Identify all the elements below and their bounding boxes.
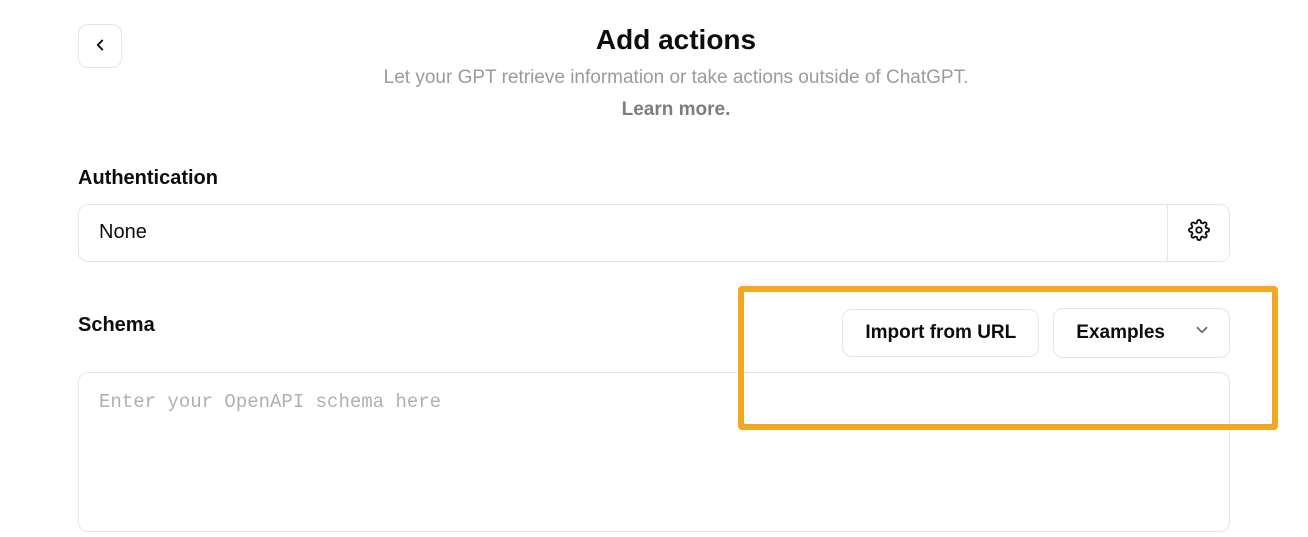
- authentication-section: Authentication None: [78, 167, 1230, 262]
- page-title: Add actions: [142, 24, 1210, 56]
- header-row: Add actions Let your GPT retrieve inform…: [78, 24, 1230, 121]
- authentication-row: None: [78, 204, 1230, 262]
- authentication-label: Authentication: [78, 167, 1230, 190]
- learn-more-link[interactable]: Learn more.: [622, 99, 731, 121]
- schema-section: Schema Import from URL Examples: [78, 308, 1230, 537]
- examples-button-label: Examples: [1076, 322, 1165, 344]
- schema-actions: Import from URL Examples: [842, 308, 1230, 358]
- schema-label: Schema: [78, 314, 155, 337]
- import-from-url-button[interactable]: Import from URL: [842, 309, 1039, 357]
- chevron-down-icon: [1193, 321, 1211, 345]
- header-center: Add actions Let your GPT retrieve inform…: [122, 24, 1230, 121]
- page-subtitle: Let your GPT retrieve information or tak…: [142, 64, 1210, 93]
- authentication-settings-button[interactable]: [1167, 205, 1229, 261]
- gear-icon: [1188, 219, 1210, 246]
- schema-textarea[interactable]: [78, 372, 1230, 532]
- back-button[interactable]: [78, 24, 122, 68]
- chevron-left-icon: [91, 36, 109, 57]
- schema-header: Schema Import from URL Examples: [78, 308, 1230, 358]
- authentication-value[interactable]: None: [79, 205, 1167, 261]
- examples-dropdown-button[interactable]: Examples: [1053, 308, 1230, 358]
